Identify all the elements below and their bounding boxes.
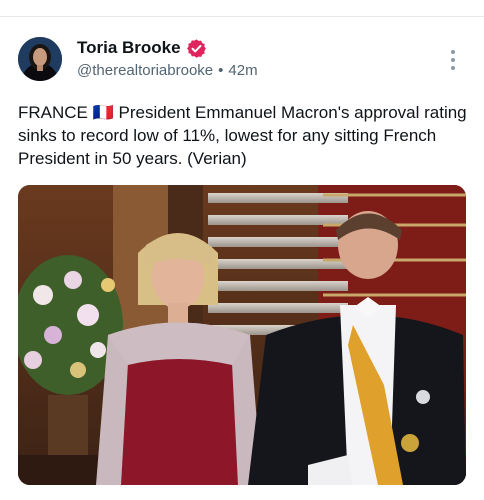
verified-badge-icon — [186, 38, 207, 59]
author-meta-row: @therealtoriabrooke • 42m — [77, 62, 258, 79]
post-card[interactable]: Toria Brooke @therealtoriabrooke • 42m F… — [0, 17, 484, 500]
post-photo[interactable] — [18, 185, 466, 485]
more-options-icon[interactable] — [445, 49, 461, 71]
meta-separator: • — [218, 62, 224, 79]
post-timestamp[interactable]: 42m — [228, 62, 257, 79]
author-display-name[interactable]: Toria Brooke — [77, 38, 181, 58]
author-name-row: Toria Brooke — [77, 37, 207, 59]
author-avatar[interactable] — [18, 37, 62, 81]
post-text: FRANCE 🇫🇷 President Emmanuel Macron's ap… — [18, 103, 467, 168]
author-handle[interactable]: @therealtoriabrooke — [77, 62, 213, 79]
